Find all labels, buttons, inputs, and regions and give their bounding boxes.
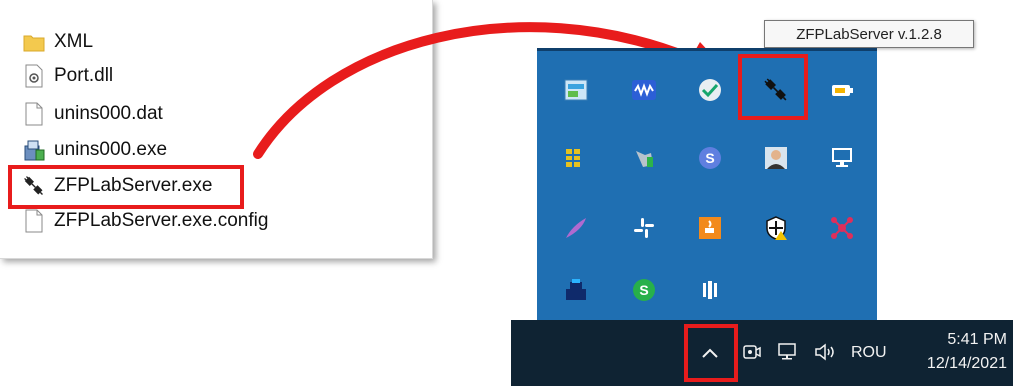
- slack-icon[interactable]: [627, 211, 661, 245]
- network-icon[interactable]: [773, 338, 803, 366]
- green-dollar-icon[interactable]: S: [627, 273, 661, 307]
- network-monitor-icon[interactable]: [825, 141, 859, 175]
- svg-text:S: S: [705, 150, 714, 166]
- taskbar-clock[interactable]: 5:41 PM 12/14/2021: [927, 328, 1007, 376]
- printer-app-icon[interactable]: [559, 273, 593, 307]
- security-shield-warning-icon[interactable]: [759, 211, 793, 245]
- java-icon[interactable]: [693, 211, 727, 245]
- feather-app-icon[interactable]: [559, 211, 593, 245]
- meeting-icon[interactable]: [739, 338, 765, 366]
- waves-app-icon[interactable]: [627, 73, 661, 107]
- dashboard-app-icon[interactable]: [559, 73, 593, 107]
- tray-icon-highlight-box: [738, 54, 808, 120]
- taskbar: ROU 5:41 PM 12/14/2021: [511, 320, 1013, 386]
- red-network-icon[interactable]: [825, 211, 859, 245]
- skype-s-icon[interactable]: S: [693, 141, 727, 175]
- tray-tooltip: ZFPLabServer v.1.2.8: [764, 20, 974, 48]
- language-indicator[interactable]: ROU: [851, 340, 887, 366]
- svg-text:S: S: [639, 282, 648, 298]
- volume-icon[interactable]: [809, 338, 841, 366]
- person-avatar-icon[interactable]: [759, 141, 793, 175]
- checkmark-shield-icon[interactable]: [693, 73, 727, 107]
- yellow-grid-app-icon[interactable]: [559, 141, 593, 175]
- tray-overflow-flyout: S S: [537, 48, 877, 323]
- battery-monitor-icon[interactable]: [825, 73, 859, 107]
- clock-date: 12/14/2021: [926, 355, 1007, 372]
- barcode-app-icon[interactable]: [693, 273, 727, 307]
- clock-time: 5:41 PM: [947, 331, 1007, 348]
- chevron-highlight-box: [684, 324, 738, 382]
- tooltip-text: ZFPLabServer v.1.2.8: [796, 25, 942, 43]
- vpn-hand-icon[interactable]: [627, 141, 661, 175]
